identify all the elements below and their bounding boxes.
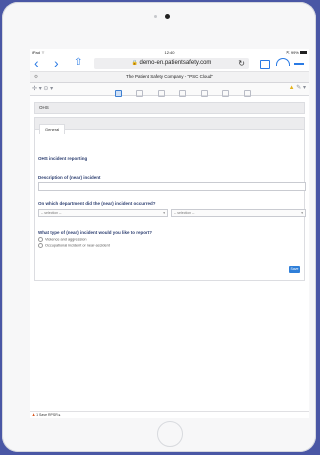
camera — [165, 14, 170, 19]
chevron-down-icon: ▾ — [163, 211, 165, 215]
description-input[interactable] — [38, 182, 306, 191]
filter-icon[interactable] — [179, 90, 187, 98]
tabs-icon[interactable] — [260, 60, 270, 69]
tab-general[interactable]: General — [39, 124, 66, 134]
sub-department-select[interactable]: -- selection -- ▾ — [171, 209, 306, 217]
home-button[interactable] — [157, 421, 183, 447]
site-title-bar: ⚙ The Patient Safety Company - "PSC Clou… — [30, 71, 309, 83]
form-tabs: General — [35, 118, 304, 134]
incident-type-label: What type of (near) incident would you l… — [38, 230, 153, 235]
list-icon[interactable] — [157, 90, 165, 98]
back-arrow-icon[interactable]: ‹ — [34, 56, 39, 70]
battery-icon — [300, 51, 307, 55]
save-button[interactable]: Save — [289, 266, 300, 273]
add-menu-icon[interactable]: ✢ ▾ ⊙ ▾ — [32, 85, 53, 92]
safari-toolbar: ‹ › ⇧ 🔒 demo-en.patientsafety.com ↻ — [30, 55, 309, 71]
document-icon[interactable] — [136, 90, 144, 98]
bottom-status-bar: ♟ 1 Save RPSR ▸ — [30, 411, 309, 418]
sub-department-select-value: -- selection -- — [174, 211, 195, 215]
radio-option-occupational[interactable]: Occupational incident or near-accident — [38, 243, 110, 248]
toolbar-right: ▲ ✎ ▾ — [289, 84, 306, 91]
chart-icon[interactable] — [200, 90, 208, 98]
description-label: Description of (near) incident — [38, 175, 101, 180]
tablet-frame: iPad ⌔ 12:40 ⇱ 99% ‹ › ⇧ 🔒 demo-en.patie… — [2, 2, 316, 452]
radio-option-violence[interactable]: Violence and aggression — [38, 237, 87, 242]
form-title: OHS incident reporting — [38, 156, 88, 161]
lock-icon: 🔒 — [131, 60, 138, 66]
settings-icon[interactable] — [243, 90, 251, 98]
toolbar-icons — [115, 85, 261, 103]
form-card: General OHS incident reporting Descripti… — [34, 117, 306, 281]
chevron-down-icon: ▾ — [301, 211, 303, 215]
app-toolbar: ✢ ▾ ⊙ ▾ ▲ ✎ ▾ — [30, 83, 309, 98]
share-icon[interactable]: ⇧ — [74, 56, 82, 70]
radio-button[interactable] — [38, 237, 43, 242]
screen: iPad ⌔ 12:40 ⇱ 99% ‹ › ⇧ 🔒 demo-en.patie… — [30, 49, 309, 418]
sensor-dot — [154, 15, 157, 18]
address-bar[interactable]: 🔒 demo-en.patientsafety.com ↻ — [94, 58, 249, 69]
forward-arrow-icon[interactable]: › — [54, 56, 59, 70]
department-select[interactable]: -- selection -- ▾ — [38, 209, 168, 217]
edit-menu-icon[interactable]: ✎ ▾ — [296, 85, 306, 91]
gear-icon[interactable]: ⚙ — [34, 72, 38, 82]
url-text: demo-en.patientsafety.com — [139, 60, 212, 66]
radio-label: Violence and aggression — [45, 237, 87, 242]
department-select-value: -- selection -- — [41, 211, 62, 215]
user-icon: ♟ — [32, 413, 36, 417]
page-title: OHS — [34, 102, 305, 114]
collapse-icon[interactable] — [294, 63, 304, 65]
report-icon[interactable] — [115, 90, 122, 98]
radio-button[interactable] — [38, 243, 43, 248]
department-label: On which department did the (near) incid… — [38, 201, 156, 206]
reload-icon[interactable]: ↻ — [238, 58, 245, 69]
cloud-tabs-icon[interactable] — [276, 58, 290, 66]
site-title: The Patient Safety Company - "PSC Cloud" — [126, 74, 213, 79]
table-icon[interactable] — [222, 90, 230, 98]
warning-icon[interactable]: ▲ — [289, 85, 295, 91]
radio-label: Occupational incident or near-accident — [45, 243, 110, 248]
user-label[interactable]: 1 Save RPSR ▸ — [36, 413, 60, 417]
